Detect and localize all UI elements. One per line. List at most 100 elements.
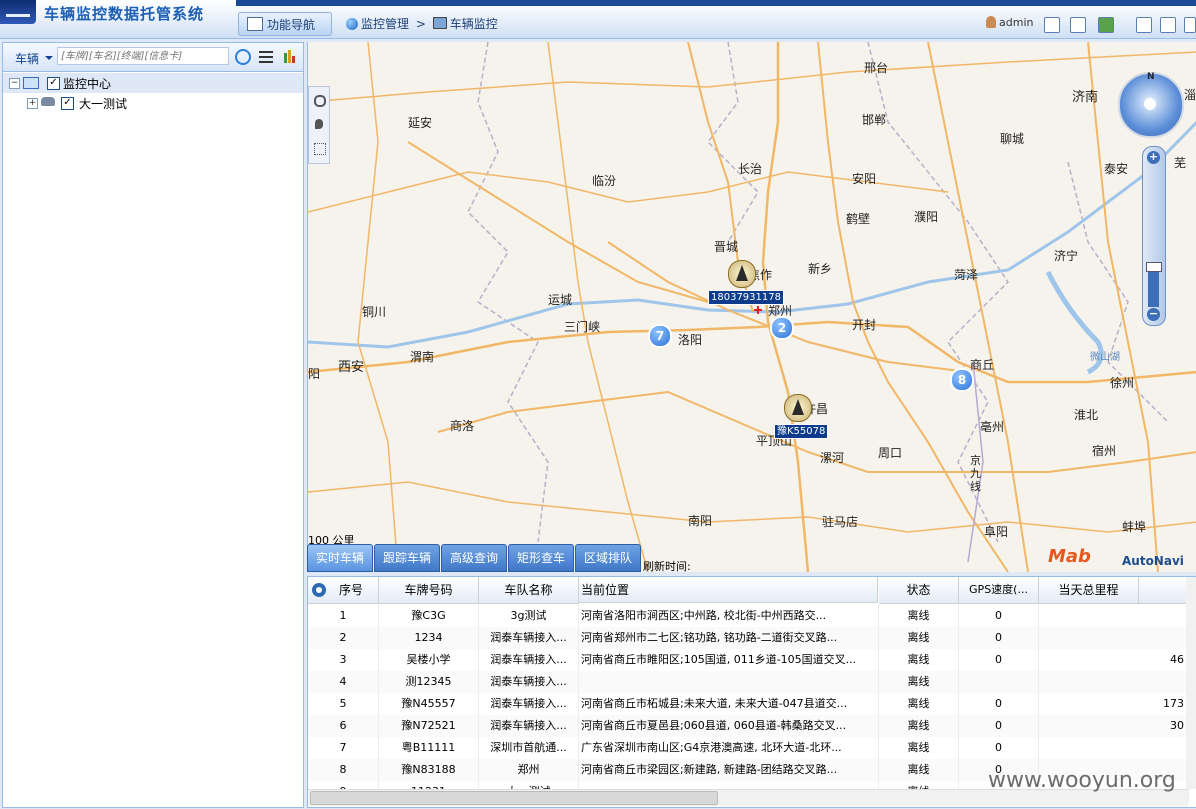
table-row[interactable]: 3 吴楼小学 润泰车辆接入... 河南省商丘市睢阳区;105国道, 011乡道-105… xyxy=(308,649,1189,671)
table-cell-location xyxy=(579,671,879,693)
city-label: 济南 xyxy=(1072,90,1099,105)
tab-tracking-vehicles[interactable]: 跟踪车辆 xyxy=(374,544,440,572)
tree-node-test-fleet[interactable]: + ✓ 大一测试 xyxy=(3,93,303,113)
nav-menu-icon xyxy=(247,17,263,31)
column-header-location[interactable]: 当前位置 xyxy=(579,577,878,603)
vehicle-label[interactable]: 豫K55078 xyxy=(774,424,829,439)
upload-icon[interactable] xyxy=(1070,17,1086,33)
vertical-scrollbar[interactable] xyxy=(1186,577,1196,789)
table-cell-location: 河南省商丘市梁园区;新建路, 新建路-团结路交叉路... xyxy=(579,759,879,781)
tab-area-queue[interactable]: 区域排队 xyxy=(575,544,641,572)
city-label: 宿州 xyxy=(1092,444,1117,458)
car-icon xyxy=(41,97,55,106)
breadcrumb-item-vehicle-monitoring[interactable]: 车辆监控 xyxy=(450,17,498,31)
vehicle-cluster[interactable]: 2 xyxy=(770,316,794,340)
zoom-search-icon[interactable] xyxy=(314,95,326,107)
collapse-icon[interactable]: − xyxy=(9,78,20,89)
zoom-slider[interactable]: + − xyxy=(1142,146,1166,326)
vehicle-cluster[interactable]: 7 xyxy=(648,324,672,348)
table-cell-location: 河南省商丘市夏邑县;060县道, 060县道-韩桑路交叉... xyxy=(579,715,879,737)
table-row[interactable]: 2 1234 润泰车辆接入... 河南省郑州市二七区;铭功路, 铭功路-二道街交叉路.… xyxy=(308,627,1189,649)
tree-node-label: 监控中心 xyxy=(63,77,112,91)
city-label: 南阳 xyxy=(688,514,713,528)
tree-checkbox[interactable]: ✓ xyxy=(47,77,60,90)
layout-icon[interactable] xyxy=(1136,17,1152,33)
vehicle-marker[interactable] xyxy=(784,394,812,422)
marker-icon[interactable] xyxy=(315,119,323,129)
expand-icon[interactable]: + xyxy=(27,98,38,109)
city-label: 延安 xyxy=(408,116,433,130)
breadcrumb: 监控管理 > 车辆监控 xyxy=(346,15,498,32)
table-cell-no: 6 xyxy=(308,715,379,737)
column-header-plate[interactable]: 车牌号码 xyxy=(379,577,479,604)
top-header: 车辆监控数据托管系统 功能导航 监控管理 > 车辆监控 admin xyxy=(0,0,1196,39)
tab-advanced-query[interactable]: 高级查询 xyxy=(441,544,507,572)
fullscreen-icon[interactable] xyxy=(1044,17,1060,33)
tab-rectangle-search[interactable]: 矩形查车 xyxy=(508,544,574,572)
monitor-center-icon xyxy=(23,77,39,89)
table-cell-speed: 0 xyxy=(959,715,1039,737)
table-row[interactable]: 1 豫C3G 3g测试 河南省洛阳市涧西区;中州路, 校北街-中州西路交... 离线 0 xyxy=(308,605,1189,627)
tree-node-monitor-center[interactable]: − ✓ 监控中心 xyxy=(3,73,303,93)
zoom-handle[interactable] xyxy=(1146,262,1162,272)
table-row[interactable]: 4 测12345 润泰车辆接入... 离线 xyxy=(308,671,1189,693)
list-icon[interactable] xyxy=(259,49,275,65)
column-header-status[interactable]: 状态 xyxy=(879,577,959,604)
city-label: 邯郸 xyxy=(862,113,887,127)
settings-icon[interactable] xyxy=(1184,17,1196,33)
zoom-out-icon[interactable]: − xyxy=(1147,308,1160,321)
table-row[interactable]: 7 粤B11111 深圳市首航通... 广东省深圳市南山区;G4京港澳高速, 北环大道… xyxy=(308,737,1189,759)
table-cell-plate: 吴楼小学 xyxy=(379,649,479,671)
table-cell-no: 7 xyxy=(308,737,379,759)
column-header-extra xyxy=(1139,577,1190,604)
autonavi-logo: AutoNavi xyxy=(1122,554,1184,568)
exit-icon[interactable] xyxy=(1098,17,1114,33)
tab-realtime-vehicles[interactable]: 实时车辆 xyxy=(307,544,373,572)
function-nav-button[interactable]: 功能导航 xyxy=(238,12,332,36)
refresh-icon[interactable] xyxy=(235,49,251,65)
table-cell-no: 4 xyxy=(308,671,379,693)
city-label: 蚌埠 xyxy=(1122,520,1147,534)
vehicle-search-input[interactable] xyxy=(57,47,229,65)
city-label: 洛阳 xyxy=(678,333,703,347)
city-label: 徐州 xyxy=(1110,376,1135,390)
vehicle-label[interactable]: 18037931178 xyxy=(708,290,784,305)
city-label: 运城 xyxy=(548,293,573,307)
horizontal-scroll-thumb[interactable] xyxy=(310,791,718,805)
map-roads xyxy=(308,42,1196,572)
download-icon[interactable] xyxy=(1160,17,1176,33)
table-row[interactable]: 5 豫N45557 润泰车辆接入... 河南省商丘市柘城县;未来大道, 未来大道-04… xyxy=(308,693,1189,715)
railway-label: 京九线 xyxy=(970,454,981,493)
table-cell-no: 5 xyxy=(308,693,379,715)
tree-checkbox[interactable]: ✓ xyxy=(61,97,74,110)
table-cell-status: 离线 xyxy=(879,737,959,759)
pan-control[interactable]: N xyxy=(1118,72,1184,138)
bar-chart-icon[interactable] xyxy=(283,49,299,65)
table-cell-mileage: 46 xyxy=(1039,649,1189,671)
table-cell-plate: 粤B11111 xyxy=(379,737,479,759)
zoom-in-icon[interactable]: + xyxy=(1147,151,1160,164)
city-label: 长治 xyxy=(738,162,763,176)
table-cell-speed: 0 xyxy=(959,737,1039,759)
gear-icon[interactable] xyxy=(312,583,326,597)
measure-icon[interactable] xyxy=(314,143,326,155)
vehicle-filter-label: 车辆 xyxy=(15,52,40,66)
column-header-fleet[interactable]: 车队名称 xyxy=(479,577,579,604)
city-label: 阜阳 xyxy=(984,525,1009,539)
table-cell-location: 河南省商丘市睢阳区;105国道, 011乡道-105国道交叉... xyxy=(579,649,879,671)
table-row[interactable]: 6 豫N72521 润泰车辆接入... 河南省商丘市夏邑县;060县道, 060县道-… xyxy=(308,715,1189,737)
breadcrumb-item-monitoring[interactable]: 监控管理 xyxy=(361,17,409,31)
table-cell-location: 河南省郑州市二七区;铭功路, 铭功路-二道街交叉路... xyxy=(579,627,879,649)
username: admin xyxy=(999,16,1034,29)
pan-center-icon xyxy=(1144,98,1156,110)
map-view[interactable]: 邢台 济南 延安 邯郸 聊城 长治 临汾 安阳 泰安 鹤壁 濮阳 晋城 济宁 焦… xyxy=(307,42,1196,572)
column-header-no[interactable]: 序号 xyxy=(308,577,379,604)
column-header-daily-mileage[interactable]: 当天总里程 xyxy=(1039,577,1139,604)
column-header-gps-speed[interactable]: GPS速度(... xyxy=(959,577,1039,604)
table-cell-speed: 0 xyxy=(959,693,1039,715)
vehicle-filter-select[interactable]: 车辆 xyxy=(7,48,55,66)
table-cell-speed: 0 xyxy=(959,605,1039,627)
vehicle-cluster[interactable]: 8 xyxy=(950,368,974,392)
vehicle-marker[interactable] xyxy=(728,260,756,288)
city-label: 西安 xyxy=(338,360,365,375)
